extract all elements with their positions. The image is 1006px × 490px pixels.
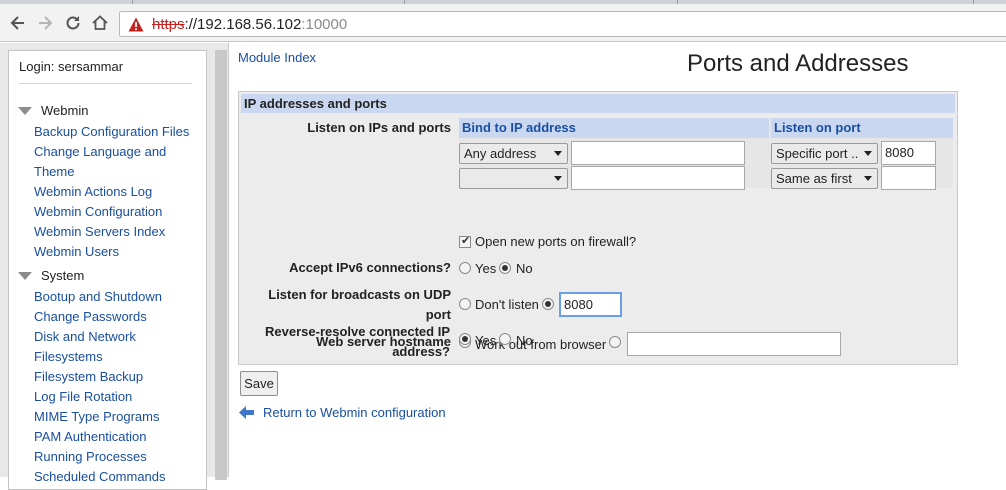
ipv6-label: Accept IPv6 connections?: [289, 260, 451, 275]
bind-address-input-1[interactable]: [571, 141, 745, 165]
port-mode-select-2[interactable]: Same as first: [771, 168, 878, 189]
category-label: System: [41, 268, 85, 283]
sidebar-item-backup-config[interactable]: Backup Configuration Files: [34, 122, 189, 142]
divider: [19, 83, 192, 84]
udp-port-radio[interactable]: [542, 298, 554, 310]
back-arrow-icon: [10, 16, 24, 30]
url-port: :10000: [301, 15, 348, 33]
left-frame: Login: sersammar Webmin Backup Configura…: [0, 43, 229, 490]
sidebar-item-processes[interactable]: Running Processes: [34, 447, 147, 467]
sidebar-item-webmin-config[interactable]: Webmin Configuration: [34, 202, 162, 222]
category-system[interactable]: System: [18, 268, 84, 283]
udp-label-line1: Listen for broadcasts on UDP: [268, 287, 451, 302]
expand-triangle-icon: [18, 271, 32, 280]
address-bar[interactable]: https://192.168.56.102:10000: [119, 11, 1006, 37]
dropdown-arrow-icon: [554, 176, 562, 181]
udp-port-input[interactable]: 8080: [559, 292, 622, 317]
ipv6-yes-radio[interactable]: [459, 262, 471, 274]
page-title: Ports and Addresses: [687, 50, 909, 77]
bind-address-select-1[interactable]: Any address: [459, 143, 568, 164]
home-button[interactable]: [89, 12, 111, 34]
port-input-1[interactable]: 8080: [881, 141, 936, 165]
sidebar-item-fs-backup[interactable]: Filesystem Backup: [34, 367, 143, 387]
save-button[interactable]: Save: [240, 371, 278, 396]
reverse-label-line2: address?: [392, 344, 450, 359]
sidebar-item-passwords[interactable]: Change Passwords: [34, 307, 147, 327]
module-index-link[interactable]: Module Index: [238, 50, 316, 65]
reverse-yes-radio[interactable]: [459, 333, 471, 345]
url-host: 192.168.56.102: [197, 15, 302, 33]
sidebar-item-servers-index[interactable]: Webmin Servers Index: [34, 222, 165, 242]
select-value: Any address: [464, 146, 537, 161]
home-icon: [92, 15, 108, 30]
select-value: Specific port ..: [776, 146, 859, 161]
select-value: Same as first: [776, 171, 852, 186]
ipv6-yes-label: Yes: [475, 261, 497, 276]
expand-triangle-icon: [18, 106, 32, 115]
url-separator: ://: [184, 15, 198, 33]
firewall-checkbox[interactable]: [459, 234, 471, 248]
back-button[interactable]: [7, 12, 29, 34]
sidebar-item-webmin-users[interactable]: Webmin Users: [34, 242, 119, 262]
section-header: IP addresses and ports: [241, 94, 955, 113]
sidebar-scrollbar[interactable]: [215, 50, 227, 480]
sidebar-item-mime-programs[interactable]: MIME Type Programs: [34, 407, 159, 427]
sidebar-item-scheduled[interactable]: Scheduled Commands: [34, 467, 166, 487]
bind-table: Bind to IP address Listen on port Any ad…: [459, 118, 953, 190]
return-label: Return to Webmin configuration: [263, 405, 446, 420]
main-content: Module Index Ports and Addresses IP addr…: [230, 43, 1006, 477]
sidebar-item-change-language[interactable]: Change Language and: [34, 142, 166, 162]
bind-address-input-2[interactable]: [571, 166, 745, 190]
module-menu: Login: sersammar Webmin Backup Configura…: [8, 50, 207, 490]
forward-arrow-icon: [39, 16, 53, 30]
category-webmin[interactable]: Webmin: [18, 103, 88, 118]
sidebar-item-filesystems[interactable]: Filesystems: [34, 347, 103, 367]
reload-button[interactable]: [62, 12, 84, 34]
sidebar-item-log-rotation[interactable]: Log File Rotation: [34, 387, 132, 407]
sidebar-item-bootup[interactable]: Bootup and Shutdown: [34, 287, 162, 307]
port-mode-select-1[interactable]: Specific port ..: [771, 143, 878, 164]
listen-label: Listen on IPs and ports: [307, 120, 451, 135]
hostname-input[interactable]: [627, 332, 841, 356]
browser-toolbar: https://192.168.56.102:10000: [0, 4, 1006, 42]
forward-button[interactable]: [34, 12, 56, 34]
login-label: Login: sersammar: [19, 59, 124, 74]
sidebar-item-disk-network[interactable]: Disk and Network: [34, 327, 136, 347]
ipv6-no-radio[interactable]: [499, 262, 511, 274]
dropdown-arrow-icon: [864, 151, 872, 156]
udp-dont-listen-radio[interactable]: [459, 298, 471, 310]
dropdown-arrow-icon: [554, 151, 562, 156]
reverse-no-label: No: [516, 333, 533, 348]
url-scheme: https: [152, 15, 185, 33]
reverse-label-line1: Reverse-resolve connected IP: [265, 324, 450, 339]
udp-dont-listen-label: Don't listen: [475, 297, 539, 312]
sidebar-item-pam[interactable]: PAM Authentication: [34, 427, 147, 447]
hostname-custom-radio[interactable]: [609, 336, 621, 348]
left-arrow-icon: [239, 406, 254, 419]
warning-triangle-icon[interactable]: [128, 16, 146, 32]
firewall-label: Open new ports on firewall?: [475, 234, 637, 249]
sidebar-item-actions-log[interactable]: Webmin Actions Log: [34, 182, 152, 202]
return-link[interactable]: Return to Webmin configuration: [238, 404, 446, 421]
port-input-2[interactable]: [881, 166, 936, 190]
dropdown-arrow-icon: [864, 176, 872, 181]
reverse-yes-label: Yes: [475, 333, 497, 348]
reload-icon: [66, 16, 80, 30]
bind-address-select-2[interactable]: [459, 168, 568, 189]
port-column-header: Listen on port: [771, 118, 953, 138]
reverse-no-radio[interactable]: [499, 333, 511, 345]
category-label: Webmin: [41, 103, 89, 118]
sidebar-item-change-language-theme[interactable]: Theme: [34, 162, 74, 182]
bind-column-header: Bind to IP address: [459, 118, 769, 138]
ipv6-no-label: No: [516, 261, 533, 276]
